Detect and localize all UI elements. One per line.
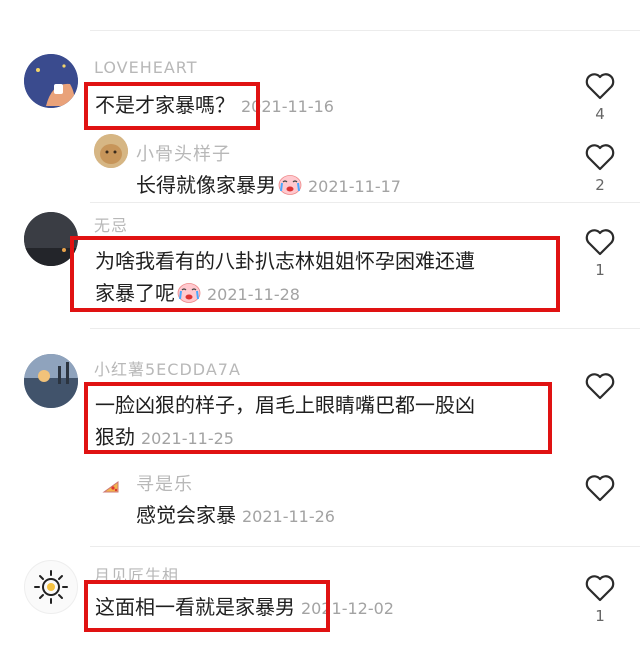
avatar[interactable]: [24, 54, 78, 108]
like-button[interactable]: [580, 474, 620, 502]
like-button[interactable]: 1: [580, 574, 620, 626]
heart-icon: [585, 373, 615, 400]
reply-username[interactable]: 寻是乐: [136, 470, 193, 496]
comment-username[interactable]: LOVEHEART: [94, 58, 198, 77]
reply-username[interactable]: 小骨头样子: [136, 140, 231, 166]
avatar[interactable]: [96, 470, 126, 500]
like-button[interactable]: 2: [580, 143, 620, 195]
highlight-box: [70, 236, 560, 312]
avatar[interactable]: [94, 134, 128, 168]
comment-username[interactable]: 无忌: [94, 212, 128, 236]
reply-timestamp: 2021-11-26: [242, 507, 335, 526]
divider: [90, 202, 640, 203]
like-button[interactable]: 1: [580, 228, 620, 280]
like-count: 1: [595, 261, 605, 279]
like-count: 1: [595, 607, 605, 625]
heart-icon: [585, 575, 615, 602]
heart-icon: [585, 73, 615, 100]
reply-body: 长得就像家暴男: [136, 173, 276, 197]
like-count: 2: [595, 176, 605, 194]
highlight-box: [84, 580, 330, 632]
highlight-box: [84, 82, 260, 130]
heart-icon: [585, 144, 615, 171]
top-divider: [90, 30, 640, 31]
reply-timestamp: 2021-11-17: [308, 177, 401, 196]
like-button[interactable]: 4: [580, 72, 620, 124]
highlight-box: [84, 382, 552, 454]
like-button[interactable]: [580, 372, 620, 400]
divider: [90, 546, 640, 547]
reply-text: 长得就像家暴男 2021-11-17: [136, 168, 401, 204]
comment-username[interactable]: 小红薯5ECDDA7A: [94, 356, 241, 380]
divider: [90, 328, 640, 329]
heart-icon: [585, 475, 615, 502]
like-count: 4: [595, 105, 605, 123]
reply-body: 感觉会家暴: [136, 503, 236, 527]
avatar[interactable]: [24, 354, 78, 408]
crying-face-emoji: [278, 175, 302, 195]
heart-icon: [585, 229, 615, 256]
reply-text: 感觉会家暴 2021-11-26: [136, 498, 335, 534]
avatar[interactable]: [24, 560, 78, 614]
